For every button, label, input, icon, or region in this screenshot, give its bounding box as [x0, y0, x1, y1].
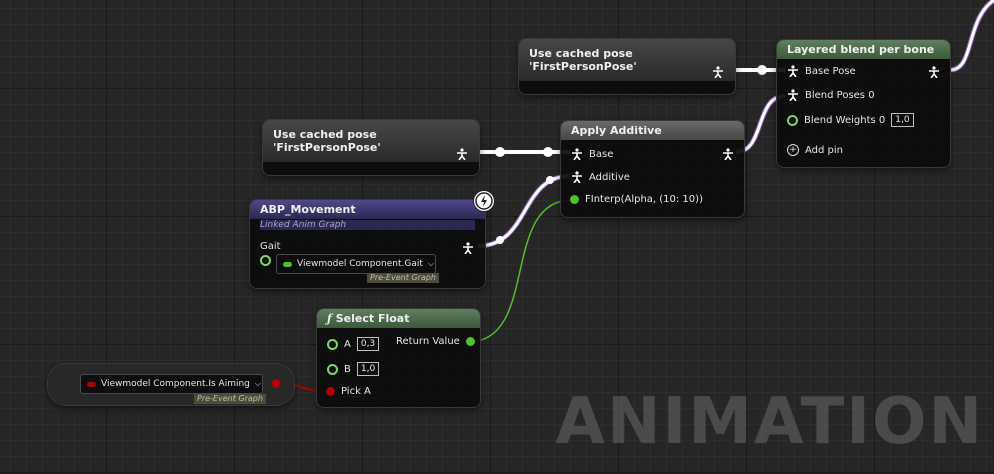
pin-pick-a[interactable]: Pick A [326, 386, 371, 397]
is-aiming-binding-label: Viewmodel Component.Is Aiming [101, 379, 250, 389]
pin-alpha[interactable]: FInterp(Alpha, (10: 10)) [570, 194, 703, 205]
pin-gait: Gait [260, 241, 281, 252]
node-title-row: ƒ Select Float [317, 309, 480, 328]
pin-label: Return Value [396, 336, 460, 347]
float-pin-connected-icon [570, 195, 579, 204]
pose-pin-icon [788, 65, 798, 77]
pin-label: FInterp(Alpha, (10: 10)) [585, 194, 703, 205]
pin-label: Blend Weights 0 [804, 114, 886, 126]
fast-path-lightning-icon [473, 190, 495, 212]
gait-binding-dropdown[interactable]: Viewmodel Component.Gait ⌵ [276, 254, 436, 274]
pin-label: Gait [260, 241, 281, 252]
pose-pin-icon[interactable] [712, 66, 724, 78]
float-pin-icon [327, 363, 338, 375]
pose-pin-icon [572, 148, 582, 160]
pin-a[interactable]: A 0,3 [327, 337, 380, 351]
pin-label: Base [589, 148, 614, 160]
pose-pin-icon[interactable] [456, 148, 468, 160]
chevron-down-icon: ⌵ [427, 259, 434, 268]
pin-base-pose[interactable]: Base Pose [787, 65, 856, 77]
function-icon: ƒ [327, 312, 332, 325]
pin-label: Pick A [341, 386, 371, 397]
pose-pin-icon [572, 171, 582, 183]
pose-pin-icon [788, 89, 798, 101]
output-pose-pin-icon[interactable] [722, 148, 734, 160]
pin-label: B [344, 363, 351, 375]
output-pose-pin-icon[interactable] [462, 242, 474, 254]
add-icon: + [787, 144, 799, 156]
node-subtitle: Linked Anim Graph [260, 220, 475, 230]
node-apply-additive[interactable]: Apply Additive Base Additive FInterp(Alp… [561, 121, 744, 217]
add-pin-button[interactable]: + Add pin [787, 144, 843, 156]
blend-weights-value[interactable]: 1,0 [891, 113, 914, 127]
graph-type-watermark: ANIMATION [555, 385, 984, 459]
pre-event-graph-tag: Pre-Event Graph [367, 273, 439, 283]
pose-wire-abp-to-additive [477, 173, 571, 249]
node-cached-pose-mid[interactable]: Use cached pose 'FirstPersonPose' [263, 120, 479, 175]
pin-label: Base Pose [805, 65, 856, 77]
pin-label: A [344, 338, 351, 350]
node-title: Use cached pose 'FirstPersonPose' [263, 120, 479, 162]
gait-pin-icon[interactable] [260, 255, 271, 266]
add-pin-label: Add pin [805, 144, 844, 156]
pin-b[interactable]: B 1,0 [327, 362, 380, 376]
float-type-icon [283, 261, 292, 267]
float-pin-connected-icon [465, 337, 475, 346]
pose-wire-offscreen-core [949, 0, 994, 72]
pose-wire-offscreen [949, 0, 994, 73]
a-value[interactable]: 0,3 [356, 337, 380, 351]
bool-output-pin-icon[interactable] [272, 379, 281, 388]
node-title: Layered blend per bone [777, 40, 950, 59]
node-cached-pose-top[interactable]: Use cached pose 'FirstPersonPose' [519, 39, 735, 94]
is-aiming-binding-dropdown[interactable]: Viewmodel Component.Is Aiming ⌵ [80, 374, 263, 394]
node-is-aiming-property[interactable]: Viewmodel Component.Is Aiming ⌵ Pre-Even… [48, 364, 294, 405]
pin-blend-weights[interactable]: Blend Weights 0 1,0 [787, 113, 914, 127]
node-select-float[interactable]: ƒ Select Float A 0,3 B 1,0 Pick A Return … [317, 309, 480, 407]
pin-label: Blend Poses 0 [805, 89, 875, 101]
bool-pin-icon [326, 387, 335, 396]
pre-event-graph-tag: Pre-Event Graph [194, 394, 266, 404]
gait-binding-label: Viewmodel Component.Gait [297, 259, 423, 269]
chevron-down-icon: ⌵ [254, 379, 261, 388]
pin-additive[interactable]: Additive [571, 171, 630, 183]
float-pin-icon [327, 338, 338, 350]
output-pose-pin-icon[interactable] [928, 66, 940, 78]
pin-label: Additive [589, 171, 630, 183]
node-title: ABP_Movement [250, 200, 485, 219]
bool-type-icon [87, 381, 96, 387]
node-title: Apply Additive [561, 121, 744, 140]
pin-base[interactable]: Base [571, 148, 613, 160]
pin-return-value[interactable]: Return Value [396, 336, 475, 347]
b-value[interactable]: 1,0 [356, 362, 380, 376]
node-title: Select Float [335, 312, 410, 325]
pin-blend-poses[interactable]: Blend Poses 0 [787, 89, 875, 101]
node-abp-movement[interactable]: ABP_Movement Linked Anim Graph Gait View… [250, 200, 485, 288]
node-title: Use cached pose 'FirstPersonPose' [519, 39, 735, 81]
float-pin-icon [787, 114, 798, 126]
node-layered-blend[interactable]: Layered blend per bone Base Pose Blend P… [777, 40, 950, 167]
